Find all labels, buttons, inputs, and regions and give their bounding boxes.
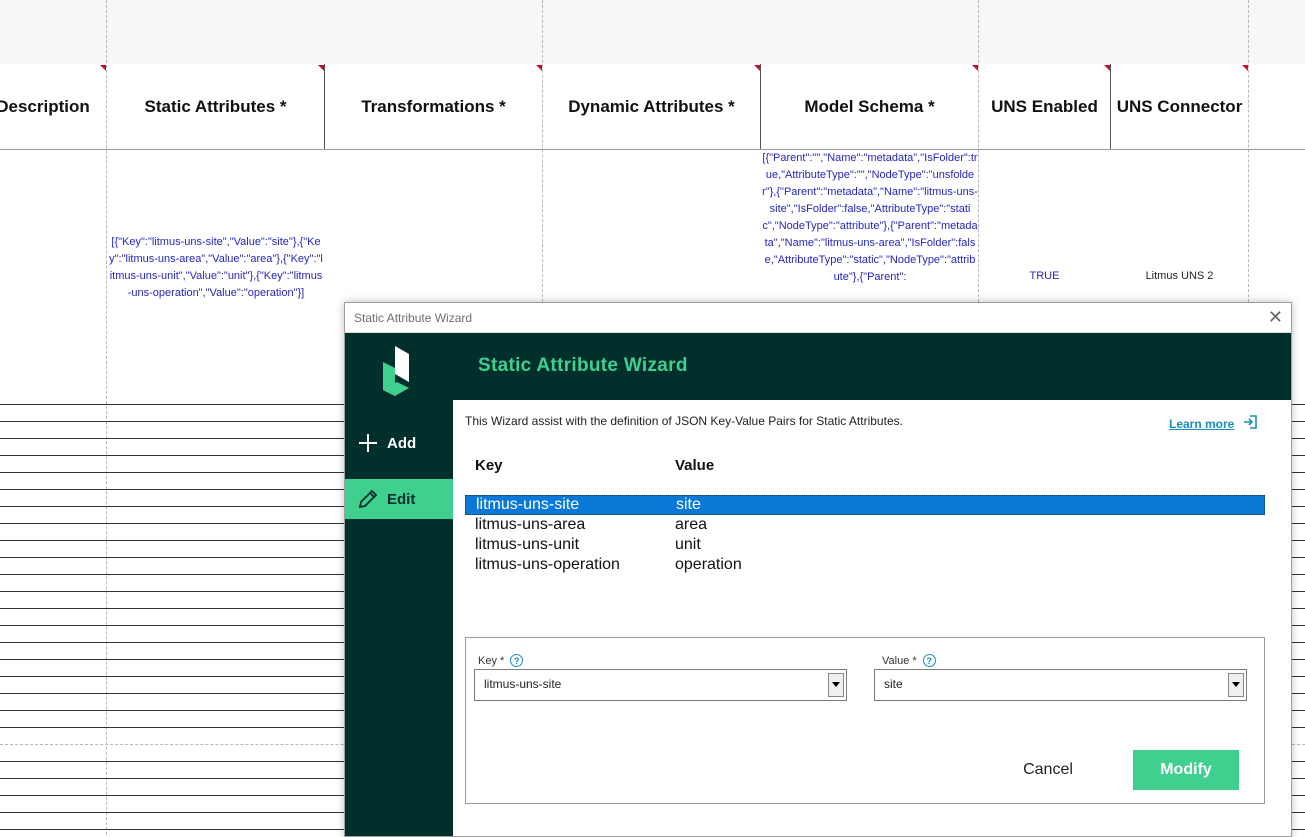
list-item[interactable]: litmus-uns-operation operation <box>465 555 1265 575</box>
list-item-value: operation <box>675 556 742 573</box>
key-combobox[interactable]: litmus-uns-site <box>474 669 847 701</box>
key-label-text: Key * <box>478 654 505 667</box>
window-title: Static Attribute Wizard <box>354 311 473 325</box>
header-uns-connector[interactable]: UNS Connector <box>1111 64 1248 149</box>
wizard-banner: Static Attribute Wizard <box>345 333 1291 400</box>
column-header-key: Key <box>475 457 503 474</box>
help-icon[interactable]: ? <box>510 654 524 667</box>
plus-icon <box>353 433 383 453</box>
column-guide <box>1248 0 1249 302</box>
list-item-key: litmus-uns-operation <box>475 556 620 573</box>
wizard-content: This Wizard assist with the definition o… <box>453 400 1291 836</box>
cancel-button[interactable]: Cancel <box>1006 750 1090 790</box>
close-icon[interactable]: ✕ <box>1268 308 1283 326</box>
nav-add[interactable]: Add <box>345 423 453 463</box>
modify-button[interactable]: Modify <box>1133 750 1239 790</box>
header-description[interactable]: Description <box>0 64 106 149</box>
value-label-text: Value * <box>882 654 917 667</box>
list-item[interactable]: litmus-uns-area area <box>465 515 1265 535</box>
comment-marker <box>100 65 106 71</box>
header-model-schema[interactable]: Model Schema * <box>761 64 978 149</box>
list-item-key: litmus-uns-area <box>475 516 586 533</box>
comment-marker <box>754 65 760 71</box>
list-item-value: area <box>675 516 708 533</box>
external-link-icon <box>1242 414 1258 433</box>
value-combobox[interactable]: site <box>874 669 1247 701</box>
nav-edit[interactable]: Edit <box>345 479 453 519</box>
header-uns-enabled[interactable]: UNS Enabled <box>979 64 1110 149</box>
wizard-sidebar: Add Edit <box>345 400 453 836</box>
comment-marker <box>1104 65 1110 71</box>
column-guide <box>542 0 543 302</box>
header-separator <box>324 64 325 149</box>
cell-static-attributes[interactable]: [{"Key":"litmus-uns-site","Value":"site"… <box>108 234 324 302</box>
nav-edit-label: Edit <box>387 490 416 508</box>
static-attribute-wizard-dialog: Static Attribute Wizard ✕ Static Attribu… <box>344 302 1292 837</box>
list-item-value: site <box>676 496 701 513</box>
header-static-attributes[interactable]: Static Attributes * <box>107 64 324 149</box>
header-separator <box>760 64 761 149</box>
learn-more-link[interactable]: Learn more <box>1169 414 1258 433</box>
help-icon[interactable]: ? <box>922 654 936 667</box>
litmus-logo-icon <box>383 346 409 396</box>
wizard-description: This Wizard assist with the definition o… <box>465 414 903 428</box>
cell-model-schema[interactable]: [{"Parent":"","Name":"metadata","IsFolde… <box>762 150 978 302</box>
sheet-top-band <box>0 0 1305 64</box>
list-item-key: litmus-uns-site <box>476 496 580 513</box>
key-combobox-value: litmus-uns-site <box>484 677 562 691</box>
value-field-label: Value * ? <box>882 654 936 667</box>
chevron-down-icon[interactable] <box>828 673 844 697</box>
wizard-title: Static Attribute Wizard <box>478 355 688 376</box>
comment-marker <box>318 65 324 71</box>
comment-marker <box>1242 65 1248 71</box>
key-value-list: litmus-uns-site site litmus-uns-area are… <box>465 493 1265 603</box>
column-header-value: Value <box>675 457 715 474</box>
value-combobox-value: site <box>884 677 903 691</box>
header-dynamic-attributes[interactable]: Dynamic Attributes * <box>543 64 760 149</box>
learn-more-label: Learn more <box>1169 416 1235 431</box>
nav-add-label: Add <box>387 434 417 452</box>
list-item-key: litmus-uns-unit <box>475 536 580 553</box>
chevron-down-icon[interactable] <box>1228 673 1244 697</box>
dialog-titlebar: Static Attribute Wizard ✕ <box>345 303 1291 333</box>
list-item[interactable]: litmus-uns-unit unit <box>465 535 1265 555</box>
cell-uns-enabled[interactable]: TRUE <box>979 268 1110 285</box>
header-transformations[interactable]: Transformations * <box>325 64 542 149</box>
header-separator <box>1110 64 1111 149</box>
list-item[interactable]: litmus-uns-site site <box>465 495 1265 515</box>
cell-uns-connector[interactable]: Litmus UNS 2 <box>1111 268 1248 285</box>
list-item-value: unit <box>675 536 701 553</box>
edit-form: Key * ? litmus-uns-site Value * ? site C… <box>465 637 1265 804</box>
pencil-icon <box>353 488 383 510</box>
comment-marker <box>972 65 978 71</box>
key-field-label: Key * ? <box>478 654 524 667</box>
comment-marker <box>536 65 542 71</box>
column-guide <box>978 0 979 302</box>
